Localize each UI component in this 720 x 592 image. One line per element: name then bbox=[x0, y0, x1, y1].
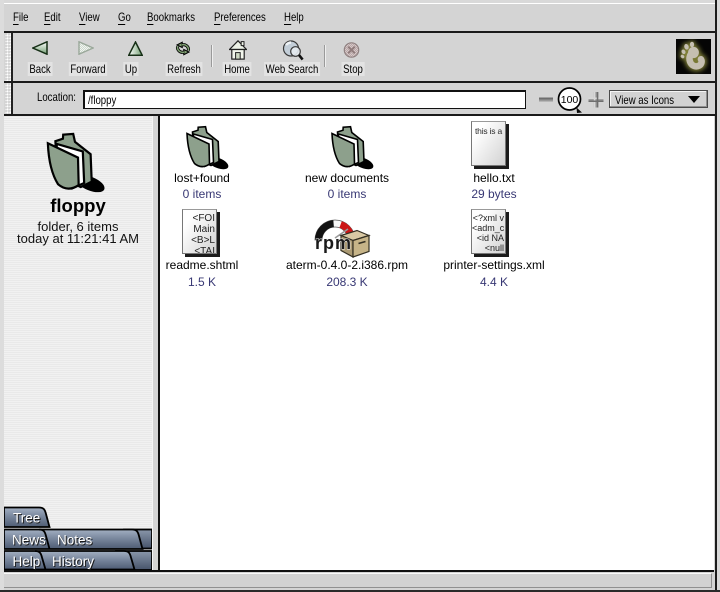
svg-text:News: News bbox=[12, 533, 46, 548]
svg-text:Notes: Notes bbox=[57, 533, 93, 548]
svg-text:Help: Help bbox=[13, 554, 41, 569]
svg-text:History: History bbox=[52, 554, 94, 569]
svg-text:rpm: rpm bbox=[315, 233, 352, 253]
svg-text:100: 100 bbox=[561, 94, 579, 106]
svg-text:Tree: Tree bbox=[13, 511, 40, 526]
